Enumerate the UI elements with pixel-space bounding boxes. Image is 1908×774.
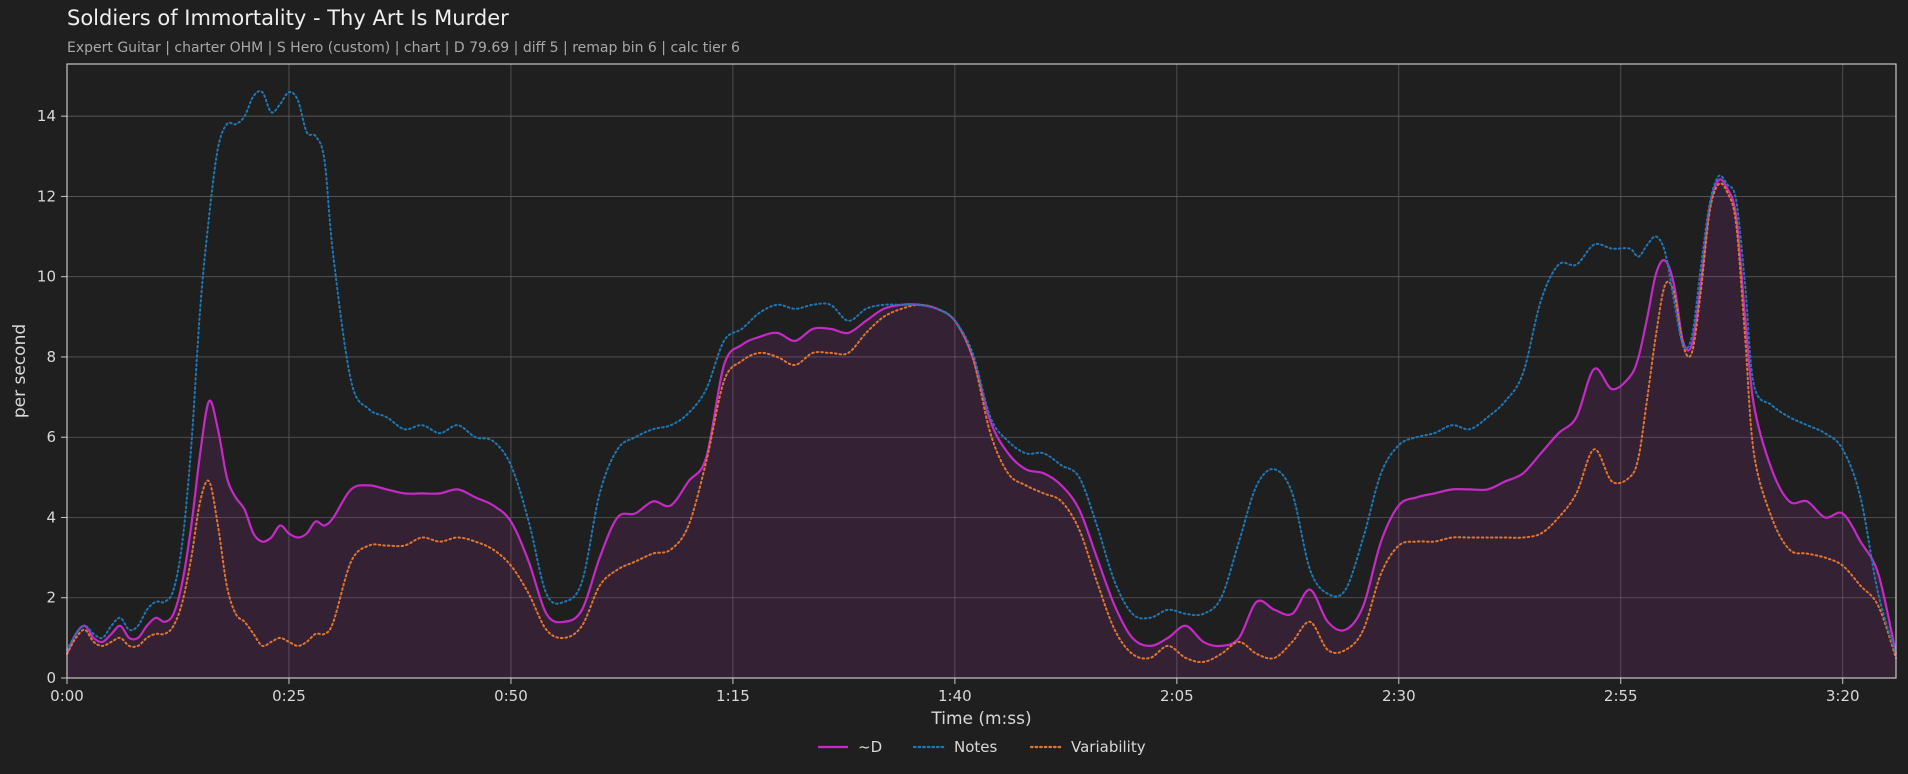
y-axis-title: per second: [10, 324, 30, 418]
line-chart: 0:00 0:25 0:50 1:15 1:40 2:05 2:30 2:55 3:20 0 2 4 6…: [10, 63, 1898, 756]
y-tick-label: 0: [46, 669, 56, 687]
x-tick-label: 0:25: [272, 687, 306, 705]
x-tick-label: 3:20: [1826, 687, 1860, 705]
legend: ~D Notes Variability: [818, 738, 1146, 756]
y-tick-label: 6: [46, 428, 56, 446]
x-tick-label: 1:15: [716, 687, 750, 705]
series-area-d: [67, 179, 1896, 679]
legend-label: Variability: [1071, 738, 1146, 756]
y-tick-label: 2: [46, 589, 56, 607]
x-tick-label: 2:05: [1160, 687, 1194, 705]
area-layer: [67, 179, 1896, 679]
y-tick-label: 4: [46, 508, 56, 526]
y-tick-label: 8: [46, 348, 56, 366]
x-tick-label: 2:30: [1382, 687, 1416, 705]
y-tick-label: 12: [37, 187, 56, 205]
legend-label: Notes: [954, 738, 998, 756]
x-tick-label: 0:50: [494, 687, 528, 705]
legend-label: ~D: [858, 738, 882, 756]
y-tick-label: 10: [37, 268, 56, 286]
x-axis-title: Time (m:ss): [930, 709, 1031, 729]
y-tick-label: 14: [37, 107, 56, 125]
x-tick-label: 1:40: [938, 687, 972, 705]
x-tick-label: 0:00: [50, 687, 84, 705]
x-tick-label: 2:55: [1604, 687, 1638, 705]
